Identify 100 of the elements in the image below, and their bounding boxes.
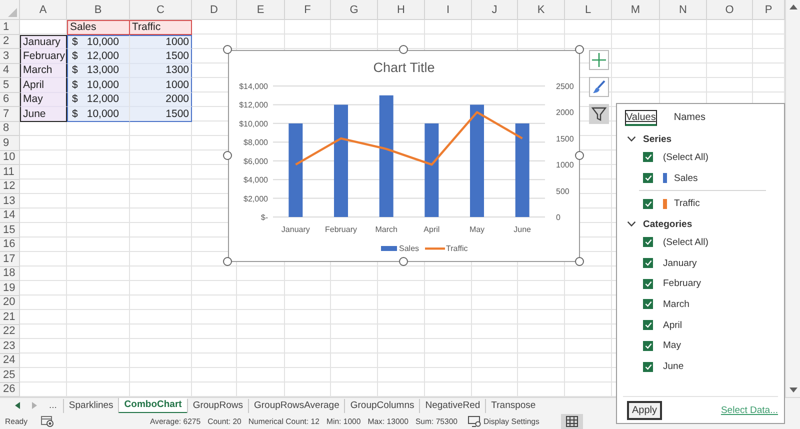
row-number[interactable]: 14 [0,208,20,223]
column-header[interactable]: K [518,0,565,20]
row-number[interactable]: 17 [0,252,20,266]
row-number[interactable]: 7 [0,107,20,122]
column-header[interactable]: N [660,0,707,20]
checkbox[interactable] [643,320,653,330]
row-number[interactable]: 2 [0,34,20,49]
item-label: Sales [674,172,698,184]
column-header[interactable]: H [378,0,425,20]
row-number[interactable]: 6 [0,92,20,107]
checkbox[interactable] [643,278,653,289]
check-icon [644,175,652,182]
row-number[interactable]: 19 [0,281,20,296]
table-cell: 1000 [130,34,192,49]
down-arrow-icon [788,387,798,393]
row-number[interactable]: 25 [0,368,20,382]
select-data-link[interactable]: Select Data... [720,405,778,416]
table-cell: 1000 [130,78,192,92]
checkbox[interactable] [643,258,653,268]
chart-filter-button[interactable] [589,104,609,124]
tab[interactable]: Names [672,110,707,126]
row-number[interactable]: 24 [0,354,20,368]
category-label: March [375,225,398,234]
row-number[interactable]: 4 [0,64,20,78]
currency-symbol: $ [72,93,78,106]
row-number[interactable]: 23 [0,339,20,354]
checkbox[interactable] [643,362,653,372]
row-number[interactable]: 12 [0,180,20,194]
axis-label: $2,000 [244,194,268,204]
column-header[interactable]: F [285,0,331,20]
column-header[interactable]: M [612,0,660,20]
grid-icon [566,416,578,426]
column-header[interactable]: A [20,0,67,20]
column-header[interactable]: C [130,0,192,20]
item-label: February [663,278,702,290]
normal-view-button[interactable] [561,414,584,428]
sheet-tab[interactable]: ComboChart [118,398,187,414]
row-number[interactable]: 10 [0,150,20,165]
row-number[interactable]: 16 [0,238,20,252]
column-header[interactable]: D [192,0,237,20]
checkbox[interactable] [643,237,653,248]
column-header[interactable]: O [707,0,753,20]
row-number[interactable]: 26 [0,382,20,397]
legend-label: Sales [399,244,420,253]
add-element-button[interactable] [589,50,609,70]
table-cell: January [20,34,67,49]
row-number[interactable]: 13 [0,194,20,208]
checkbox[interactable] [643,152,653,162]
apply-button[interactable]: Apply [627,401,662,420]
row-number[interactable]: 22 [0,324,20,339]
column-header[interactable]: G [331,0,378,20]
row-number[interactable]: 15 [0,223,20,238]
row-number[interactable]: 5 [0,78,20,92]
column-header[interactable]: L [565,0,612,20]
scrollbar[interactable] [785,0,800,397]
table-cell: May [20,92,67,107]
row-number[interactable]: 1 [0,20,20,34]
checkbox[interactable] [643,198,653,209]
legend-label: Traffic [446,244,468,253]
check-icon [644,342,652,349]
monitor-gear-icon [468,416,481,426]
row-number[interactable]: 21 [0,310,20,324]
cell-value: 13,000 [86,64,119,76]
category-label: February [325,225,357,234]
chart-style-button[interactable] [589,77,609,97]
chevron-icon[interactable] [627,136,636,142]
tab[interactable]: Values [625,110,657,126]
row-number[interactable]: 3 [0,49,20,64]
item-label: May [663,340,681,352]
cell-value: 12,000 [86,93,119,106]
item-label: January [663,258,697,269]
checkbox[interactable] [643,173,653,184]
row-number[interactable]: 9 [0,136,20,150]
checkbox[interactable] [643,340,653,351]
axis-label: $8,000 [244,138,268,148]
axis-label: 2500 [556,82,574,91]
legend-swatch [425,248,445,250]
axis-label: $4,000 [244,176,268,185]
column-header[interactable]: I [425,0,472,20]
row-number[interactable]: 20 [0,296,20,310]
chart-area[interactable]: Chart Title $- $2,000 $4,000 $6,000 $8,000 $10,000 $12,000 $14,000 0 500 1000 1500 2000 2500 January February March April May June Sales Traffic [228,50,580,262]
table-cell: April [20,78,67,92]
column-header[interactable]: J [472,0,518,20]
axis-label: $- [260,213,268,222]
column-header[interactable]: P [753,0,785,20]
more-tabs-button[interactable]: ... [49,400,63,411]
row-number[interactable]: 8 [0,122,20,136]
plus-icon [591,52,607,68]
currency-symbol: $ [72,36,78,48]
row-number[interactable]: 18 [0,266,20,281]
chevron-icon[interactable] [627,221,636,228]
check-icon [644,322,652,328]
left-arrow-icon [15,402,20,409]
item-label: (Select All) [663,152,708,163]
column-header[interactable]: B [67,0,130,20]
row-number[interactable]: 11 [0,165,20,180]
cell-value: 10,000 [86,78,119,91]
axis-label: 2000 [556,108,574,118]
column-header[interactable]: E [237,0,285,20]
checkbox[interactable] [643,299,653,310]
